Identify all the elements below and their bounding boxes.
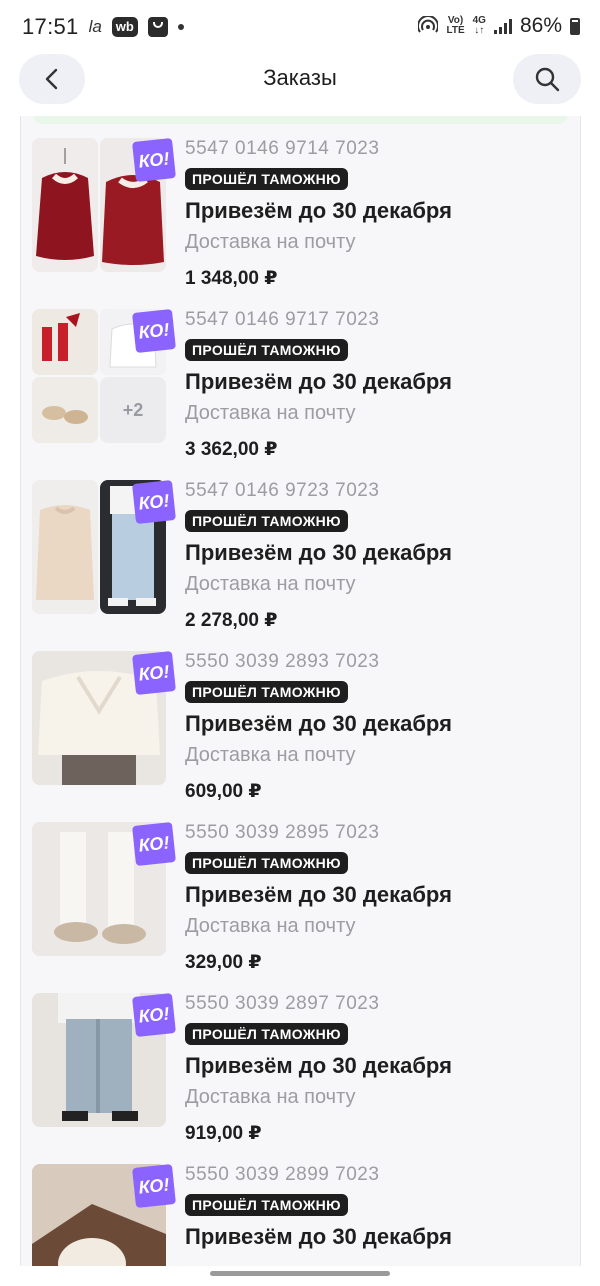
ko-badge: КО! xyxy=(132,309,176,353)
customs-status-badge: ПРОШЁЛ ТАМОЖНЮ xyxy=(185,852,348,874)
hotspot-icon xyxy=(418,16,439,33)
customs-status-badge: ПРОШЁЛ ТАМОЖНЮ xyxy=(185,168,348,190)
network-4g-icon: 4G ↓↑ xyxy=(472,15,486,36)
tracking-number: 5550 3039 2893 7023 xyxy=(185,651,380,672)
order-card[interactable]: КО! 5550 3039 2899 7023 ПРОШЁЛ ТАМОЖНЮ П… xyxy=(21,1142,580,1266)
notification-dot-icon xyxy=(177,24,184,30)
delivery-date: Привезём до 30 декабря xyxy=(185,198,452,223)
ko-badge: КО! xyxy=(132,993,176,1037)
ko-badge: КО! xyxy=(132,822,176,866)
status-time: 17:51 xyxy=(22,14,79,39)
order-card[interactable]: КО! 5550 3039 2893 7023 ПРОШЁЛ ТАМОЖНЮ П… xyxy=(21,629,580,803)
customs-status-badge: ПРОШЁЛ ТАМОЖНЮ xyxy=(185,339,348,361)
delivery-date: Привезём до 30 декабря xyxy=(185,882,452,907)
order-info: 5547 0146 9714 7023 ПРОШЁЛ ТАМОЖНЮ Приве… xyxy=(185,138,575,290)
battery-icon xyxy=(570,17,580,35)
search-icon xyxy=(535,67,560,92)
carrier-icon: la xyxy=(88,17,102,36)
order-info: 5550 3039 2895 7023 ПРОШЁЛ ТАМОЖНЮ Приве… xyxy=(185,822,575,974)
orders-list: КО! 5547 0146 9714 7023 ПРОШЁЛ ТАМОЖНЮ П… xyxy=(20,116,581,1266)
battery-percent: 86% xyxy=(519,14,562,37)
more-items-count: +2 xyxy=(100,377,166,443)
wb-app-icon: wb xyxy=(111,17,138,37)
status-bar: 17:51 la wb Vo) LTE 4G ↓↑ 86% xyxy=(0,0,600,56)
app-header: Заказы xyxy=(0,52,600,112)
delivery-method: Доставка на почту xyxy=(185,402,356,424)
product-image xyxy=(32,377,98,443)
volte-icon: Vo) LTE xyxy=(446,15,465,36)
delivery-date: Привезём до 30 декабря xyxy=(185,1053,452,1078)
order-card[interactable]: КО! 5547 0146 9723 7023 ПРОШЁЛ ТАМОЖНЮ П… xyxy=(21,458,580,632)
delivery-method: Доставка на почту xyxy=(185,744,356,766)
customs-status-badge: ПРОШЁЛ ТАМОЖНЮ xyxy=(185,681,348,703)
ko-badge: КО! xyxy=(132,480,176,524)
product-image xyxy=(32,480,98,614)
shopping-bag-icon xyxy=(147,17,168,37)
tracking-number: 5550 3039 2897 7023 xyxy=(185,993,380,1014)
delivery-method: Доставка на почту xyxy=(185,231,356,253)
order-card[interactable]: КО! 5550 3039 2895 7023 ПРОШЁЛ ТАМОЖНЮ П… xyxy=(21,800,580,974)
delivery-date: Привезём до 30 декабря xyxy=(185,711,452,736)
product-image xyxy=(32,138,98,272)
product-image xyxy=(32,309,98,375)
order-info: 5550 3039 2897 7023 ПРОШЁЛ ТАМОЖНЮ Приве… xyxy=(185,993,575,1145)
order-info: 5550 3039 2893 7023 ПРОШЁЛ ТАМОЖНЮ Приве… xyxy=(185,651,575,803)
customs-status-badge: ПРОШЁЛ ТАМОЖНЮ xyxy=(185,1194,348,1216)
customs-status-badge: ПРОШЁЛ ТАМОЖНЮ xyxy=(185,1023,348,1045)
tracking-number: 5547 0146 9714 7023 xyxy=(185,138,380,159)
search-button[interactable] xyxy=(513,54,581,104)
order-card[interactable]: +2 КО! 5547 0146 9717 7023 ПРОШЁЛ ТАМОЖН… xyxy=(21,287,580,461)
order-info: 5547 0146 9717 7023 ПРОШЁЛ ТАМОЖНЮ Приве… xyxy=(185,309,575,461)
delivery-date: Привезём до 30 декабря xyxy=(185,540,452,565)
order-info: 5550 3039 2899 7023 ПРОШЁЛ ТАМОЖНЮ Приве… xyxy=(185,1164,575,1250)
ko-badge: КО! xyxy=(132,651,176,695)
order-card[interactable]: КО! 5550 3039 2897 7023 ПРОШЁЛ ТАМОЖНЮ П… xyxy=(21,971,580,1145)
order-card[interactable]: КО! 5547 0146 9714 7023 ПРОШЁЛ ТАМОЖНЮ П… xyxy=(21,116,580,290)
customs-status-badge: ПРОШЁЛ ТАМОЖНЮ xyxy=(185,510,348,532)
tracking-number: 5547 0146 9723 7023 xyxy=(185,480,380,501)
ko-badge: КО! xyxy=(132,138,176,182)
tracking-number: 5550 3039 2899 7023 xyxy=(185,1164,380,1185)
ko-badge: КО! xyxy=(132,1164,176,1208)
tracking-number: 5550 3039 2895 7023 xyxy=(185,822,380,843)
tracking-number: 5547 0146 9717 7023 xyxy=(185,309,380,330)
order-info: 5547 0146 9723 7023 ПРОШЁЛ ТАМОЖНЮ Приве… xyxy=(185,480,575,632)
home-indicator[interactable] xyxy=(210,1271,390,1276)
delivery-date: Привезём до 30 декабря xyxy=(185,369,452,394)
delivery-method: Доставка на почту xyxy=(185,915,356,937)
page-title: Заказы xyxy=(263,65,337,90)
delivery-method: Доставка на почту xyxy=(185,1086,356,1108)
signal-icon xyxy=(493,18,512,34)
delivery-method: Доставка на почту xyxy=(185,573,356,595)
delivery-date: Привезём до 30 декабря xyxy=(185,1224,452,1249)
